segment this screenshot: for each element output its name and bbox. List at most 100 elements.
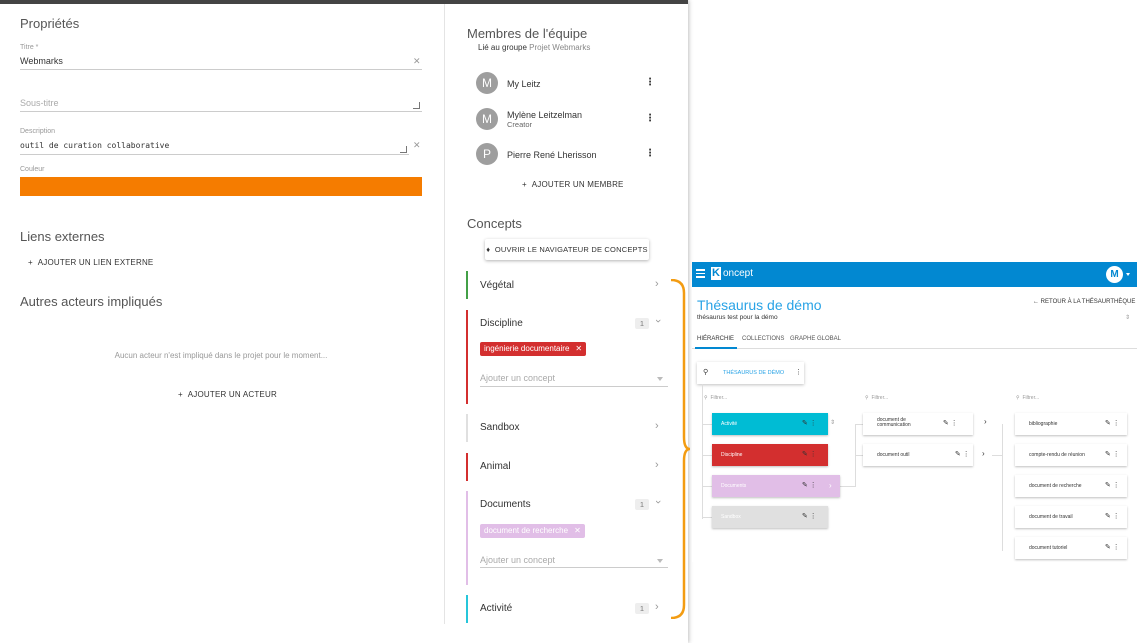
remove-chip-icon[interactable]: ✕ bbox=[574, 526, 581, 535]
concept-group-color-bar bbox=[466, 271, 468, 299]
concept-group-discipline[interactable]: Discipline bbox=[480, 318, 523, 329]
chevron-down-icon[interactable]: › bbox=[652, 500, 664, 504]
avatar[interactable]: M bbox=[1106, 266, 1123, 283]
edit-icon[interactable]: ✎ ⋮ bbox=[802, 512, 817, 520]
chevron-right-icon[interactable]: › bbox=[655, 601, 659, 613]
resize-handle-icon[interactable] bbox=[400, 146, 407, 153]
add-actor-label: AJOUTER UN ACTEUR bbox=[187, 390, 277, 399]
concept-card[interactable]: Activité ✎ ⋮ bbox=[712, 413, 828, 435]
team-title: Membres de l'équipe bbox=[467, 26, 588, 41]
concept-group-activite[interactable]: Activité bbox=[480, 603, 512, 614]
koncept-screenshot: K oncept M Thésaurus de démo thésaurus t… bbox=[692, 262, 1137, 562]
add-actor-button[interactable]: + AJOUTER UN ACTEUR bbox=[178, 390, 277, 399]
more-vert-icon[interactable]: ⋮ bbox=[645, 149, 655, 159]
chevron-right-icon[interactable]: › bbox=[655, 420, 659, 432]
tab-graphe-global[interactable]: GRAPHE GLOBAL bbox=[790, 336, 841, 342]
chevron-right-icon[interactable]: › bbox=[655, 459, 659, 471]
column-divider bbox=[444, 4, 445, 624]
edit-icon[interactable]: ✎ ⋮ bbox=[1105, 512, 1120, 520]
tree-connector bbox=[702, 384, 703, 519]
plus-icon: + bbox=[28, 258, 33, 267]
edit-icon[interactable]: ✎ ⋮ bbox=[1105, 450, 1120, 458]
edit-icon[interactable]: ✎ ⋮ bbox=[1105, 543, 1120, 551]
column-filter[interactable]: ⚲ Filtrer... bbox=[865, 395, 888, 401]
add-concept-input[interactable]: Ajouter un concept bbox=[480, 555, 555, 565]
concept-card[interactable]: Sandbox ✎ ⋮ bbox=[712, 506, 828, 528]
concept-group-sandbox[interactable]: Sandbox bbox=[480, 422, 519, 433]
thesaurus-root-card[interactable]: ⚲ THÉSAURUS DE DÉMO ⋮ bbox=[697, 362, 804, 384]
concept-card[interactable]: compte-rendu de réunion ✎ ⋮ bbox=[1015, 444, 1127, 466]
concept-card-label: Activité bbox=[721, 421, 738, 427]
edit-icon[interactable]: ✎ ⋮ bbox=[802, 450, 817, 458]
open-concept-navigator-button[interactable]: ♦ OUVRIR LE NAVIGATEUR DE CONCEPTS bbox=[485, 239, 649, 260]
tab-collections[interactable]: COLLECTIONS bbox=[742, 336, 784, 342]
edit-icon[interactable]: ✎ ⋮ bbox=[802, 481, 817, 489]
concepts-title: Concepts bbox=[467, 216, 522, 231]
subtitle-underline bbox=[20, 111, 422, 112]
concept-card[interactable]: Documents ✎ ⋮ › bbox=[712, 475, 840, 497]
open-concept-navigator-label: OUVRIR LE NAVIGATEUR DE CONCEPTS bbox=[494, 245, 648, 254]
concept-card[interactable]: document tutoriel ✎ ⋮ bbox=[1015, 537, 1127, 559]
koncept-tabs: HIÉRARCHIE COLLECTIONS GRAPHE GLOBAL bbox=[692, 332, 1137, 349]
more-vert-icon[interactable]: ⋮ bbox=[645, 114, 655, 124]
concept-card[interactable]: document de communication ✎ ⋮ bbox=[863, 413, 973, 435]
member-row[interactable]: M My Leitz ⋮ bbox=[476, 72, 656, 96]
chevron-down-icon[interactable]: › bbox=[652, 319, 664, 323]
chevron-right-icon[interactable]: › bbox=[655, 278, 659, 290]
koncept-header: K oncept M bbox=[692, 262, 1137, 287]
concept-chip[interactable]: ingénierie documentaire ✕ bbox=[480, 342, 587, 356]
concept-chip[interactable]: document de recherche ✕ bbox=[480, 524, 585, 538]
description-input[interactable]: outil de curation collaborative bbox=[20, 141, 169, 150]
add-external-link-label: AJOUTER UN LIEN EXTERNE bbox=[37, 258, 154, 267]
clear-description-icon[interactable]: ✕ bbox=[413, 140, 421, 151]
edit-icon[interactable]: ✎ ⋮ bbox=[802, 419, 817, 427]
more-vert-icon[interactable]: ⋮ bbox=[645, 78, 655, 88]
concept-card[interactable]: document de travail ✎ ⋮ bbox=[1015, 506, 1127, 528]
clear-title-icon[interactable]: ✕ bbox=[413, 56, 421, 67]
title-underline bbox=[20, 69, 422, 70]
dropdown-caret-icon[interactable] bbox=[657, 559, 663, 563]
remove-chip-icon[interactable]: ✕ bbox=[575, 344, 582, 353]
chevron-right-icon[interactable]: › bbox=[982, 449, 985, 458]
edit-icon[interactable]: ✎ ⋮ bbox=[943, 419, 958, 427]
title-input[interactable]: Webmarks bbox=[20, 56, 63, 66]
column-filter[interactable]: ⚲ Filtrer... bbox=[704, 395, 727, 401]
menu-icon[interactable] bbox=[696, 269, 705, 278]
concept-card[interactable]: document outil ✎ ⋮ bbox=[863, 444, 973, 466]
concept-group-documents[interactable]: Documents bbox=[480, 499, 531, 510]
resize-handle-icon[interactable] bbox=[413, 102, 420, 109]
caret-down-icon[interactable] bbox=[1126, 273, 1130, 276]
column-filter[interactable]: ⚲ Filtrer... bbox=[1016, 395, 1039, 401]
concept-group-animal[interactable]: Animal bbox=[480, 461, 511, 472]
tab-hierarchie[interactable]: HIÉRARCHIE bbox=[697, 336, 734, 342]
concept-card[interactable]: document de recherche ✎ ⋮ bbox=[1015, 475, 1127, 497]
linked-group-link[interactable]: Projet Webmarks bbox=[529, 43, 590, 52]
stepper-icon[interactable]: ⇕ bbox=[830, 419, 835, 426]
color-swatch[interactable] bbox=[20, 177, 422, 196]
add-external-link-button[interactable]: + AJOUTER UN LIEN EXTERNE bbox=[28, 258, 153, 267]
concept-card[interactable]: bibliographie ✎ ⋮ bbox=[1015, 413, 1127, 435]
concept-group-color-bar bbox=[466, 491, 468, 585]
back-link[interactable]: ← RETOUR À LA THÉSAURTHÈQUE bbox=[1033, 299, 1135, 305]
tag-icon: ♦ bbox=[486, 245, 491, 254]
edit-icon[interactable]: ✎ ⋮ bbox=[955, 450, 970, 458]
thesaurus-subtitle: thésaurus test pour la démo bbox=[697, 314, 778, 321]
chevron-right-icon[interactable]: › bbox=[984, 417, 987, 426]
add-concept-underline bbox=[480, 386, 668, 387]
edit-icon[interactable]: ✎ ⋮ bbox=[1105, 419, 1120, 427]
sort-icon[interactable]: ⇕ bbox=[1125, 314, 1130, 321]
add-member-button[interactable]: + AJOUTER UN MEMBRE bbox=[522, 180, 624, 189]
concept-card[interactable]: Discipline ✎ ⋮ bbox=[712, 444, 828, 466]
arrow-left-icon: ← bbox=[1033, 299, 1039, 305]
dropdown-caret-icon[interactable] bbox=[657, 377, 663, 381]
member-row[interactable]: M Mylène Leitzelman Creator ⋮ bbox=[476, 108, 656, 132]
more-vert-icon[interactable]: ⋮ bbox=[795, 368, 802, 376]
member-row[interactable]: P Pierre René Lherisson ⋮ bbox=[476, 143, 656, 167]
chevron-right-icon[interactable]: › bbox=[829, 481, 832, 490]
add-concept-input[interactable]: Ajouter un concept bbox=[480, 373, 555, 383]
subtitle-input[interactable]: Sous-titre bbox=[20, 98, 59, 108]
member-name: Pierre René Lherisson bbox=[507, 150, 597, 160]
edit-icon[interactable]: ✎ ⋮ bbox=[1105, 481, 1120, 489]
concept-group-vegetal[interactable]: Végétal bbox=[480, 280, 514, 291]
concept-card-label: document outil bbox=[877, 452, 910, 458]
